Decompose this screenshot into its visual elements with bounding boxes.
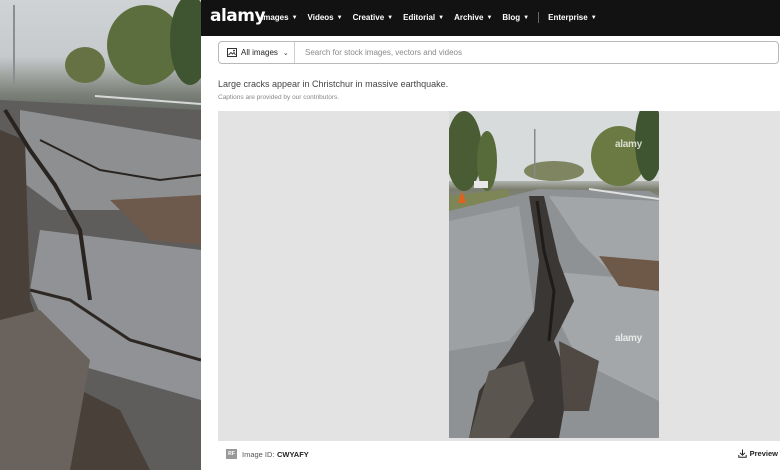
caption-note: Captions are provided by our contributor… bbox=[218, 94, 340, 101]
chevron-down-icon: ▼ bbox=[523, 14, 530, 21]
nav-enterprise[interactable]: Enterprise ▼ bbox=[548, 13, 597, 22]
chevron-down-icon: ▼ bbox=[438, 14, 445, 21]
watermark: alamy bbox=[615, 139, 642, 150]
nav-images-label: Images bbox=[261, 13, 289, 22]
chevron-down-icon: ▼ bbox=[291, 14, 298, 21]
preview-label: Preview bbox=[749, 449, 778, 458]
rf-badge: RF bbox=[226, 449, 237, 459]
image-info-bar: RF Image ID: CWYAFY Preview bbox=[218, 441, 780, 467]
search-input[interactable] bbox=[301, 42, 779, 63]
nav-blog-label: Blog bbox=[502, 13, 521, 22]
top-navigation-bar: alamy Images ▼ Videos ▼ Creative ▼ Edito… bbox=[201, 0, 780, 36]
alamy-logo[interactable]: alamy bbox=[210, 6, 266, 26]
download-icon bbox=[737, 449, 747, 458]
nav-videos-label: Videos bbox=[307, 13, 334, 22]
main-nav: Images ▼ Videos ▼ Creative ▼ Editorial ▼… bbox=[261, 12, 607, 23]
nav-divider bbox=[538, 12, 540, 23]
search-filter-label: All images bbox=[241, 48, 278, 57]
nav-archive-label: Archive bbox=[454, 13, 484, 22]
nav-creative-label: Creative bbox=[352, 13, 385, 22]
nav-images[interactable]: Images ▼ bbox=[261, 13, 298, 22]
image-caption: Large cracks appear in Christchur in mas… bbox=[218, 79, 449, 89]
search-filter-dropdown[interactable]: All images ⌄ bbox=[219, 42, 295, 63]
chevron-down-icon: ⌄ bbox=[282, 49, 289, 57]
chevron-down-icon: ▼ bbox=[336, 14, 343, 21]
nav-archive[interactable]: Archive ▼ bbox=[454, 13, 492, 22]
nav-creative[interactable]: Creative ▼ bbox=[353, 13, 394, 22]
image-id-value: CWYAFY bbox=[277, 450, 309, 459]
watermark: alamy bbox=[615, 333, 642, 344]
nav-editorial-label: Editorial bbox=[403, 13, 436, 22]
left-earthquake-photo bbox=[0, 0, 201, 470]
nav-editorial[interactable]: Editorial ▼ bbox=[403, 13, 444, 22]
nav-videos[interactable]: Videos ▼ bbox=[308, 13, 343, 22]
main-preview-image[interactable]: alamy alamy bbox=[449, 111, 659, 438]
image-icon bbox=[227, 48, 237, 57]
chevron-down-icon: ▼ bbox=[486, 14, 493, 21]
image-id-label: Image ID: bbox=[242, 450, 275, 459]
search-bar: All images ⌄ bbox=[218, 41, 779, 64]
image-preview-area: alamy alamy bbox=[218, 111, 780, 441]
nav-blog[interactable]: Blog ▼ bbox=[502, 13, 529, 22]
chevron-down-icon: ▼ bbox=[590, 14, 597, 21]
chevron-down-icon: ▼ bbox=[387, 14, 394, 21]
preview-button[interactable]: Preview bbox=[737, 449, 778, 458]
nav-enterprise-label: Enterprise bbox=[548, 13, 588, 22]
